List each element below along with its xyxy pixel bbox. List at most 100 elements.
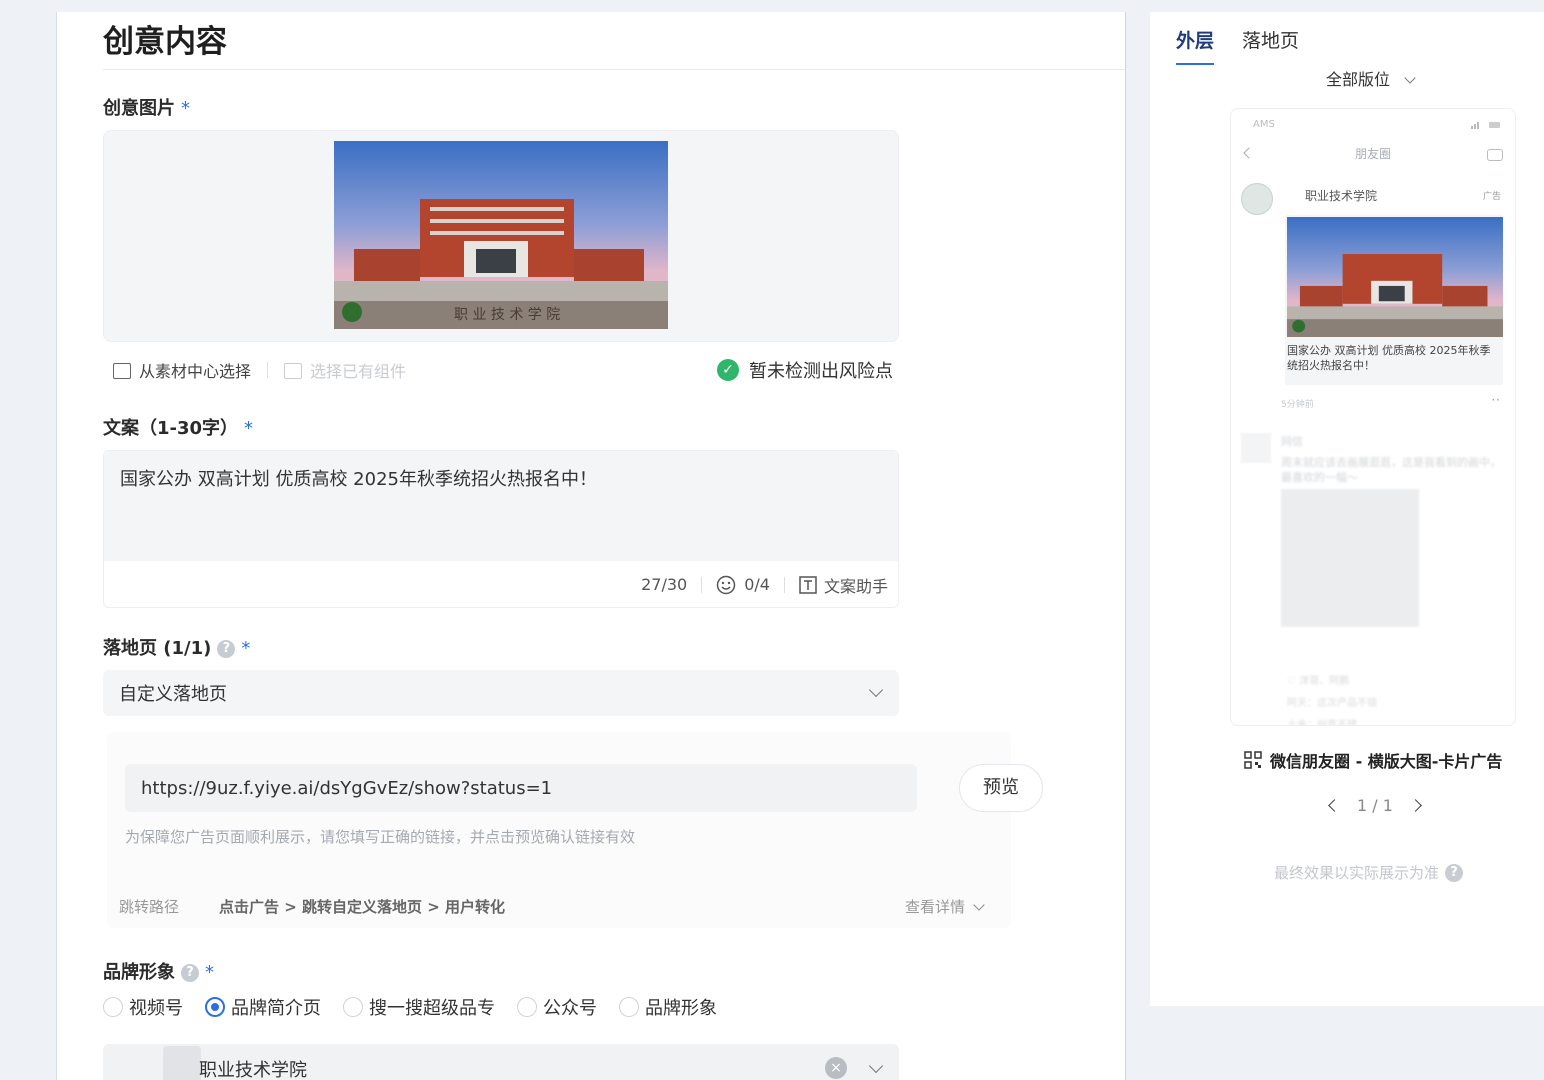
radio-dot <box>619 997 639 1017</box>
building-photo-small <box>1287 217 1503 337</box>
clear-icon[interactable]: × <box>825 1057 847 1079</box>
image-actions: 从素材中心选择 选择已有组件 <box>113 358 406 382</box>
creative-image-label: 创意图片 * <box>103 94 190 120</box>
chevron-right-icon[interactable] <box>1409 799 1422 812</box>
account-name: 职业技术学院 <box>1305 189 1378 203</box>
ad-tag: 广告 <box>1482 192 1501 202</box>
divider <box>103 69 1125 70</box>
disclaimer-text: 最终效果以实际展示为准 <box>1274 864 1440 882</box>
position-select[interactable]: 全部版位 <box>1326 66 1416 90</box>
phone-status-text: AMS <box>1253 119 1275 130</box>
view-detail-label: 查看详情 <box>904 898 965 916</box>
required-mark: * <box>241 638 251 659</box>
preview-tabs: 外层 落地页 <box>1176 26 1327 65</box>
radio-dot <box>517 997 537 1017</box>
camera-icon <box>1487 149 1503 161</box>
help-icon[interactable]: ? <box>217 640 236 658</box>
help-icon[interactable]: ? <box>181 964 199 982</box>
check-circle-icon: ✓ <box>717 359 739 381</box>
radio-brand-intro[interactable]: 品牌简介页 <box>205 994 321 1020</box>
radio-brand-image[interactable]: 品牌形象 <box>619 994 717 1020</box>
qr-code-icon[interactable] <box>1244 751 1262 769</box>
brand-avatar <box>163 1046 201 1080</box>
ad-caption: 国家公办 双高计划 优质高校 2025年秋季统招火热报名中！ <box>1287 344 1491 372</box>
landing-url-input[interactable]: https://9uz.f.yiye.ai/dsYgGvEz/show?stat… <box>125 764 917 812</box>
brand-select[interactable]: 职业技术学院 × <box>103 1044 899 1080</box>
pick-from-library-button[interactable]: 从素材中心选择 <box>113 358 251 382</box>
risk-status-text: 暂未检测出风险点 <box>749 361 893 382</box>
landing-type-select[interactable]: 自定义落地页 <box>103 670 899 716</box>
creative-image[interactable]: 职 业 技 术 学 院 <box>334 141 668 329</box>
char-counter: 27/30 <box>641 575 688 594</box>
text-tool-icon <box>799 575 817 594</box>
chevron-left-icon[interactable] <box>1328 799 1341 812</box>
page-indicator: 1 / 1 <box>1357 796 1393 815</box>
chevron-down-icon <box>868 682 884 698</box>
copy-label: 文案（1-30字） * <box>103 414 253 440</box>
position-select-value: 全部版位 <box>1326 70 1391 89</box>
pick-component-button: 选择已有组件 <box>284 358 406 382</box>
jump-path-label: 跳转路径 <box>119 898 180 916</box>
jump-path: 点击广告 > 跳转自定义落地页 > 用户转化 <box>219 898 506 916</box>
pick-from-library-label: 从素材中心选择 <box>139 362 252 381</box>
copy-label-text: 文案（1-30字） <box>103 418 239 439</box>
pick-component-label: 选择已有组件 <box>310 362 407 381</box>
building-photo: 职 业 技 术 学 院 <box>334 141 668 329</box>
copy-text[interactable]: 国家公办 双高计划 优质高校 2025年秋季统招火热报名中！ <box>104 451 898 561</box>
feed-comment: 阿天：这次产品不错 <box>1287 698 1377 709</box>
ad-card-image <box>1287 217 1503 337</box>
emoji-counter: 0/4 <box>744 575 770 594</box>
landing-type-value: 自定义落地页 <box>119 684 227 705</box>
risk-status: ✓ 暂未检测出风险点 <box>717 357 893 383</box>
copy-assistant-label: 文案助手 <box>823 576 888 596</box>
creative-image-label-text: 创意图片 <box>103 98 175 119</box>
phone-nav: 朋友圈 <box>1231 145 1515 169</box>
tab-outer[interactable]: 外层 <box>1176 26 1215 65</box>
radio-label: 搜一搜超级品专 <box>369 998 495 1019</box>
emoji-icon <box>716 575 736 594</box>
radio-video-account[interactable]: 视频号 <box>103 994 183 1020</box>
required-mark: * <box>181 98 190 119</box>
brand-radio-group: 视频号 品牌简介页 搜一搜超级品专 公众号 品牌形象 <box>103 994 739 1020</box>
post-time: 5分钟前 <box>1281 400 1314 410</box>
phone-preview: AMS 朋友圈 职业技术学院 广告 国家公办 双高计划 优质高校 2025年秋季… <box>1230 108 1516 726</box>
radio-search-brand[interactable]: 搜一搜超级品专 <box>343 994 495 1020</box>
chevron-down-icon <box>1404 72 1416 84</box>
chevron-down-icon <box>973 899 985 911</box>
image-library-icon <box>113 363 131 379</box>
required-mark: * <box>205 962 214 983</box>
chevron-down-icon <box>868 1058 884 1074</box>
radio-official-account[interactable]: 公众号 <box>517 994 597 1020</box>
phone-nav-title: 朋友圈 <box>1354 147 1391 161</box>
pager: 1 / 1 <box>1328 796 1422 815</box>
landing-url-value: https://9uz.f.yiye.ai/dsYgGvEz/show?stat… <box>141 777 553 799</box>
feed-comment: 土金：创意不错 <box>1287 720 1357 726</box>
preview-button[interactable]: 预览 <box>959 764 1043 812</box>
copy-toolbar: 27/30 0/4 文案助手 <box>104 561 898 608</box>
tab-landing-page[interactable]: 落地页 <box>1242 26 1299 65</box>
divider <box>267 362 269 378</box>
feed-placeholder: 网信 周末就应该去画展逛逛，这是我看到的画中，最喜欢的一幅～ ♡ 洋哥、阿鹏 阿… <box>1237 427 1509 725</box>
emoji-button[interactable]: 0/4 <box>716 575 770 595</box>
creative-content-panel: 创意内容 创意图片 * 职 业 技 术 学 院 从素材中心选择 选择已有组件 ✓… <box>56 12 1126 1080</box>
divider <box>701 576 703 593</box>
avatar <box>1241 183 1273 215</box>
help-icon[interactable]: ? <box>1445 863 1464 882</box>
ad-type: 微信朋友圈 - 横版大图-卡片广告 <box>1244 748 1502 772</box>
copy-assistant-button[interactable]: 文案助手 <box>799 573 888 597</box>
view-detail-button[interactable]: 查看详情 <box>904 896 985 917</box>
ad-type-label: 微信朋友圈 - 横版大图-卡片广告 <box>1270 752 1503 771</box>
brand-name: 职业技术学院 <box>199 1060 307 1080</box>
component-icon <box>284 363 303 379</box>
copy-textarea[interactable]: 国家公办 双高计划 优质高校 2025年秋季统招火热报名中！ 27/30 0/4… <box>103 450 899 608</box>
feed-image <box>1281 489 1419 627</box>
divider <box>783 576 785 593</box>
radio-label: 品牌简介页 <box>231 998 321 1019</box>
radio-dot <box>343 997 363 1017</box>
disclaimer: 最终效果以实际展示为准? <box>1274 862 1464 883</box>
feed-text: 周末就应该去画展逛逛，这是我看到的画中，最喜欢的一幅～ <box>1281 456 1501 484</box>
landing-hint: 为保障您广告页面顺利展示，请您填写正确的链接，并点击预览确认链接有效 <box>125 828 636 846</box>
avatar <box>1241 433 1271 463</box>
brand-label-text: 品牌形象 <box>103 962 175 983</box>
radio-label: 公众号 <box>543 998 597 1019</box>
